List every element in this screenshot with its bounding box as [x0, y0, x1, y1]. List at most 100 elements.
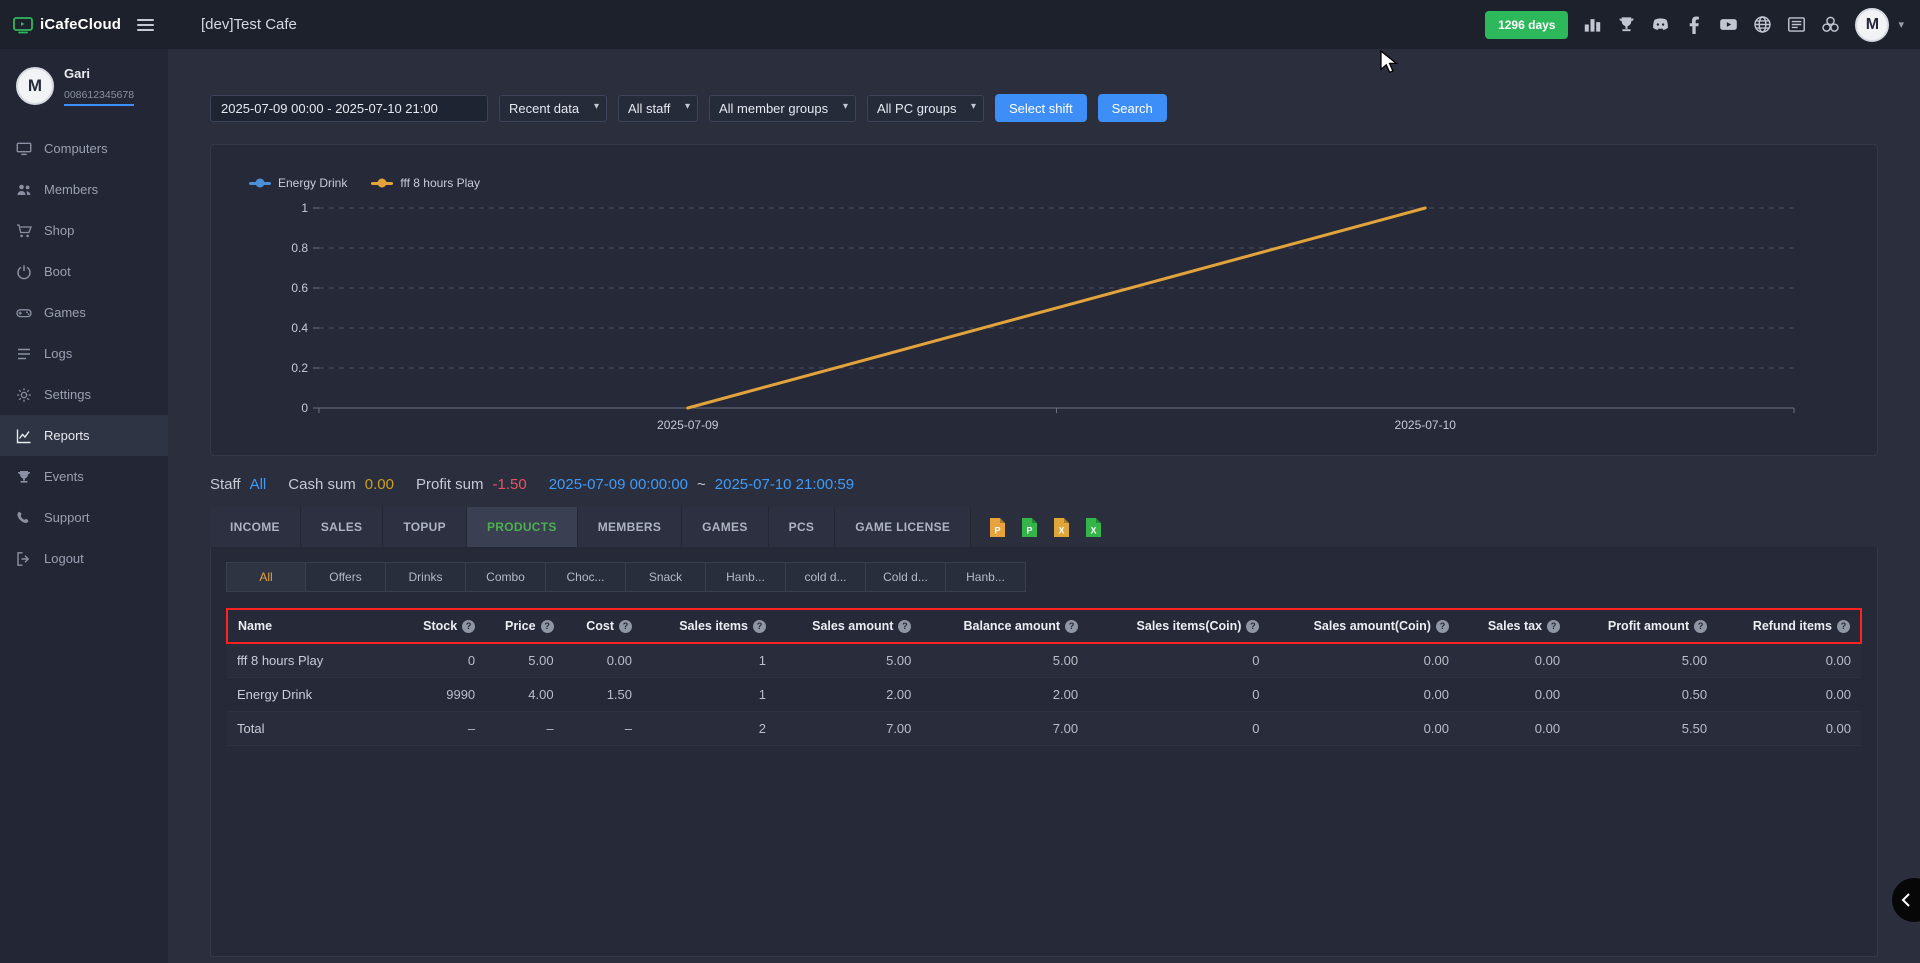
select-shift-button[interactable]: Select shift	[995, 94, 1087, 122]
tab-games[interactable]: GAMES	[682, 507, 769, 547]
sidebar-item-logout[interactable]: Logout	[0, 538, 168, 579]
date-range-input[interactable]	[210, 95, 488, 122]
column-header-cost: Cost?	[564, 609, 642, 643]
sidebar-item-reports[interactable]: Reports	[0, 415, 168, 456]
export-pdf-current-icon[interactable]: P	[989, 517, 1006, 538]
table-cell: 0.00	[1717, 678, 1861, 712]
tab-products[interactable]: PRODUCTS	[467, 507, 578, 547]
info-icon[interactable]: ?	[1547, 620, 1560, 633]
cafe-title: [dev]Test Cafe	[201, 16, 297, 33]
chevron-down-icon[interactable]: ▾	[1898, 18, 1904, 31]
hamburger-menu-icon[interactable]	[135, 14, 156, 36]
info-icon[interactable]: ?	[1065, 620, 1078, 633]
table-row: Energy Drink99904.001.5012.002.0000.000.…	[227, 678, 1861, 712]
facebook-icon[interactable]	[1685, 15, 1704, 34]
tab-income[interactable]: INCOME	[210, 507, 301, 547]
subtab-offers[interactable]: Offers	[306, 562, 386, 592]
tab-sales[interactable]: SALES	[301, 507, 384, 547]
brand[interactable]: iCafeCloud	[13, 15, 121, 35]
tab-game-license[interactable]: GAME LICENSE	[835, 507, 971, 547]
sidebar-menu: ComputersMembersShopBoot Games Logs Setting…	[0, 128, 168, 579]
table-cell: 0.00	[1459, 712, 1570, 746]
subtab-hanb[interactable]: Hanb...	[706, 562, 786, 592]
subtab-combo[interactable]: Combo	[466, 562, 546, 592]
pc-groups-select[interactable]: All PC groups	[867, 95, 984, 122]
search-button[interactable]: Search	[1098, 94, 1167, 122]
legend-item-energy-drink[interactable]: Energy Drink	[249, 176, 347, 190]
subtab-cold-d[interactable]: Cold d...	[866, 562, 946, 592]
legend-marker	[249, 182, 271, 185]
svg-text:2025-07-09: 2025-07-09	[657, 418, 719, 432]
table-row: Total–––27.007.0000.000.005.500.00	[227, 712, 1861, 746]
data-type-select[interactable]: Recent data	[499, 95, 607, 122]
staff-label: Staff	[210, 476, 241, 493]
table-cell: 0.00	[564, 643, 642, 678]
sidebar-item-members[interactable]: Members	[0, 169, 168, 210]
sidebar-item-label: Logs	[44, 346, 72, 361]
tab-topup[interactable]: TOPUP	[383, 507, 467, 547]
member-groups-select[interactable]: All member groups	[709, 95, 856, 122]
export-pdf-all-icon[interactable]: P	[1021, 517, 1038, 538]
table-cell: 0.00	[1269, 643, 1459, 678]
subtab-cold-d[interactable]: cold d...	[786, 562, 866, 592]
subtab-snack[interactable]: Snack	[626, 562, 706, 592]
sidebar-item-settings[interactable]: Settings	[0, 374, 168, 415]
globe-icon[interactable]	[1753, 15, 1772, 34]
discord-icon[interactable]	[1651, 15, 1670, 34]
sidebar-item-logs[interactable]: Logs	[0, 333, 168, 374]
subtab-drinks[interactable]: Drinks	[386, 562, 466, 592]
info-icon[interactable]: ?	[462, 620, 475, 633]
column-header-sales-amount: Sales amount?	[776, 609, 921, 643]
sidebar-item-boot[interactable]: Boot	[0, 251, 168, 292]
tab-members[interactable]: MEMBERS	[578, 507, 682, 547]
column-header-name: Name	[227, 609, 390, 643]
trophy-icon[interactable]	[1617, 15, 1636, 34]
tab-pcs[interactable]: PCS	[769, 507, 836, 547]
table-cell: 4.00	[485, 678, 563, 712]
info-icon[interactable]: ?	[619, 620, 632, 633]
info-icon[interactable]: ?	[1246, 620, 1259, 633]
table-cell: 5.00	[921, 643, 1088, 678]
subtab-all[interactable]: All	[226, 562, 306, 592]
info-icon[interactable]: ?	[1837, 620, 1850, 633]
sidebar-item-label: Games	[44, 305, 86, 320]
days-badge[interactable]: 1296 days	[1485, 11, 1568, 39]
sidebar-item-label: Support	[44, 510, 90, 525]
sidebar-item-computers[interactable]: Computers	[0, 128, 168, 169]
phone-icon	[16, 510, 32, 526]
report-tabs-row: INCOMESALESTOPUPPRODUCTSMEMBERSGAMESPCSG…	[210, 507, 1878, 547]
svg-text:0.8: 0.8	[291, 241, 308, 255]
table-cell: 5.00	[1570, 643, 1717, 678]
info-icon[interactable]: ?	[1436, 620, 1449, 633]
user-avatar[interactable]: M	[1855, 8, 1889, 42]
export-excel-all-icon[interactable]: X	[1085, 517, 1102, 538]
column-header-sales-items-coin: Sales items(Coin)?	[1088, 609, 1269, 643]
table-cell: 5.00	[776, 643, 921, 678]
gear-icon	[16, 387, 32, 403]
youtube-icon[interactable]	[1719, 15, 1738, 34]
staff-select[interactable]: All staff	[618, 95, 698, 122]
sidebar-item-support[interactable]: Support	[0, 497, 168, 538]
table-cell: 0.00	[1269, 678, 1459, 712]
cash-sum-label: Cash sum	[288, 476, 356, 493]
subtab-hanb[interactable]: Hanb...	[946, 562, 1026, 592]
user-phone: 008612345678	[64, 89, 134, 106]
info-icon[interactable]: ?	[898, 620, 911, 633]
info-icon[interactable]: ?	[1694, 620, 1707, 633]
leaderboard-icon[interactable]	[1583, 15, 1602, 34]
news-icon[interactable]	[1787, 15, 1806, 34]
staff-value[interactable]: All	[250, 476, 267, 493]
export-excel-current-icon[interactable]: X	[1053, 517, 1070, 538]
subtab-choc[interactable]: Choc...	[546, 562, 626, 592]
community-icon[interactable]	[1821, 15, 1840, 34]
sidebar-item-games[interactable]: Games	[0, 292, 168, 333]
data-type-select-wrapper: Recent data▾	[499, 95, 607, 122]
sidebar-item-shop[interactable]: Shop	[0, 210, 168, 251]
sidebar-item-events[interactable]: Events	[0, 456, 168, 497]
table-cell: 2.00	[776, 678, 921, 712]
legend-item-fff-8-hours-play[interactable]: fff 8 hours Play	[371, 176, 480, 190]
category-subtabs: AllOffersDrinksComboChoc...SnackHanb...c…	[226, 562, 1862, 592]
sidebar-user-block[interactable]: M Gari 008612345678	[0, 49, 168, 124]
info-icon[interactable]: ?	[753, 620, 766, 633]
info-icon[interactable]: ?	[541, 620, 554, 633]
